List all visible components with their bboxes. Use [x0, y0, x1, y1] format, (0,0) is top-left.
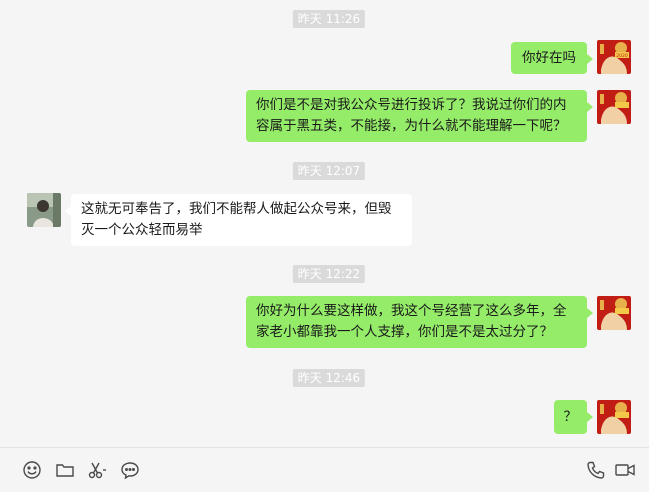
contact-avatar[interactable] — [27, 193, 61, 227]
message-text-line: 这就无可奉告了，我们不能帮人做起公众号来，但毁 — [81, 201, 392, 217]
message-text-line: 你们是不是对我公众号进行投诉了？我说过你们的内 — [256, 97, 567, 113]
red-new-year-avatar-icon — [597, 400, 631, 434]
red-new-year-avatar-icon — [597, 296, 631, 330]
phone-icon[interactable] — [585, 459, 607, 481]
sent-message-bubble[interactable]: 你好在吗 — [511, 42, 593, 74]
emoji-icon[interactable] — [21, 459, 43, 481]
red-new-year-avatar-icon — [597, 90, 631, 124]
received-message-bubble[interactable]: 这就无可奉告了，我们不能帮人做起公众号来，但毁 灭一个公众轻而易举 — [65, 194, 412, 246]
screenshot-scissors-icon[interactable] — [86, 459, 108, 481]
sent-message-bubble[interactable]: ？ — [553, 400, 593, 434]
timestamp: 昨天 11:26 — [292, 10, 366, 28]
video-call-icon[interactable] — [614, 459, 636, 481]
message-text-line: 家老小都靠我一个人支撑，你们是不是太过分了？ — [256, 324, 553, 340]
message-text-line: 你好为什么要这样做，我这个号经营了这么多年，全 — [256, 303, 567, 319]
self-avatar[interactable]: 2020 — [597, 40, 631, 74]
message-text-line: 容属于黑五类，不能接，为什么就不能理解一下呢？ — [256, 118, 567, 134]
sent-message-bubble[interactable]: 你们是不是对我公众号进行投诉了？我说过你们的内 容属于黑五类，不能接，为什么就不… — [246, 90, 593, 142]
person-photo-avatar-icon — [27, 193, 61, 227]
self-avatar[interactable] — [597, 90, 631, 124]
chat-message-area[interactable]: 昨天 11:26 你好在吗 2020 你们是不是对我公众号进行投诉了？我说过你们… — [0, 0, 649, 447]
timestamp: 昨天 12:07 — [292, 162, 366, 180]
self-avatar[interactable] — [597, 400, 631, 434]
message-text: 你好在吗 — [522, 50, 576, 66]
sent-message-bubble[interactable]: 你好为什么要这样做，我这个号经营了这么多年，全 家老小都靠我一个人支撑，你们是不… — [246, 296, 593, 348]
timestamp: 昨天 12:46 — [292, 369, 366, 387]
chat-bubble-icon[interactable] — [119, 459, 141, 481]
message-text: ？ — [563, 409, 578, 425]
input-toolbar — [0, 447, 649, 492]
self-avatar[interactable] — [597, 296, 631, 330]
svg-text:2020: 2020 — [616, 53, 628, 59]
message-text-line: 灭一个公众轻而易举 — [81, 222, 203, 238]
red-new-year-avatar-icon: 2020 — [597, 40, 631, 74]
timestamp: 昨天 12:22 — [292, 265, 366, 283]
folder-icon[interactable] — [54, 459, 76, 481]
